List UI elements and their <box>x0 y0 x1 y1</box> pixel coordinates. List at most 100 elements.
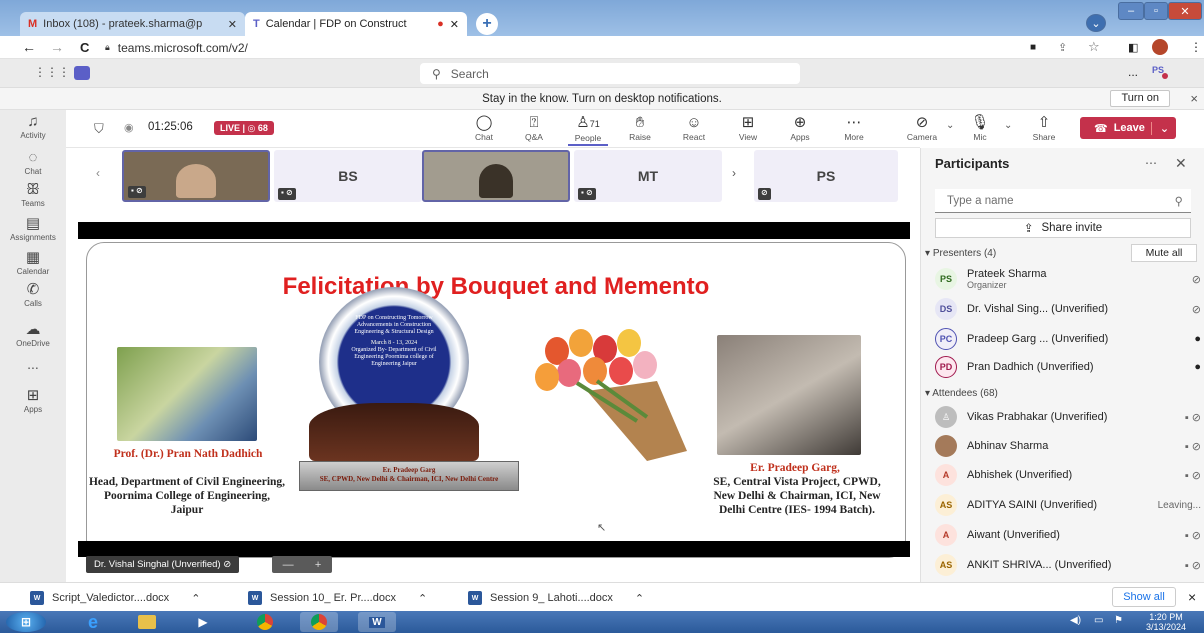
volume-icon[interactable]: ◀) <box>1070 615 1081 626</box>
url-field[interactable]: 🔒︎ teams.microsoft.com/v2/ <box>105 39 1005 56</box>
minimize-button[interactable]: – <box>1118 2 1144 20</box>
rail-item-activity[interactable]: ♫ Activity <box>0 114 66 141</box>
chevron-up-icon[interactable]: ⌃ <box>191 592 200 605</box>
chevron-up-icon[interactable]: ⌃ <box>418 592 427 605</box>
camera-button[interactable]: ⊘ Camera <box>902 114 942 142</box>
zoom-in-icon[interactable]: + <box>315 559 321 571</box>
next-arrow-icon[interactable]: › <box>732 166 736 180</box>
browser-tab-teams[interactable]: T Calendar | FDP on Construct ● ✕ <box>245 12 467 36</box>
participant-row[interactable]: A Abhishek (Unverified) ▪ ⊘ <box>935 462 1201 488</box>
panel-close-icon[interactable]: ✕ <box>1175 155 1187 172</box>
participant-row[interactable]: Abhinav Sharma ▪ ⊘ <box>935 433 1201 459</box>
participant-row[interactable]: AS ADITYA SAINI (Unverified) Leaving... <box>935 492 1201 518</box>
panel-more-icon[interactable]: ⋯ <box>1145 156 1157 170</box>
people-button[interactable]: ♙71 People <box>568 114 608 146</box>
profile-avatar-icon[interactable] <box>1152 39 1168 55</box>
participant-search-input[interactable]: Type a name ⚲ <box>935 189 1191 213</box>
taskbar-explorer[interactable] <box>128 612 166 632</box>
maximize-button[interactable]: ▫ <box>1144 2 1168 20</box>
search-box[interactable]: ⚲ Search <box>420 63 800 84</box>
raise-hand-button[interactable]: ✋︎ Raise <box>620 114 660 142</box>
leave-chevron-icon[interactable]: ⌄ <box>1150 121 1177 135</box>
leave-button[interactable]: ☎ Leave ⌄ <box>1080 117 1176 139</box>
turn-on-button[interactable]: Turn on <box>1110 90 1170 107</box>
download-item[interactable]: W Session 10_ Er. Pr....docx ⌃ <box>248 589 427 607</box>
rail-item-calendar[interactable]: ▦ Calendar <box>0 250 66 277</box>
sidepanel-icon[interactable]: ◧ <box>1128 41 1138 54</box>
share-page-icon[interactable]: ⇪ <box>1058 41 1067 54</box>
participant-row[interactable]: PD Pran Dadhich (Unverified) ● <box>935 354 1201 380</box>
show-all-button[interactable]: Show all <box>1112 587 1176 607</box>
share-button[interactable]: ⇧ Share <box>1024 114 1064 142</box>
chevron-up-icon[interactable]: ⌃ <box>635 592 644 605</box>
video-tile[interactable]: BS ▪ ⊘ <box>274 150 422 202</box>
taskbar-ie[interactable]: e <box>74 612 112 632</box>
browser-tab-gmail[interactable]: M Inbox (108) - prateek.sharma@p ✕ <box>20 12 245 36</box>
reload-icon[interactable]: C <box>80 40 89 55</box>
taskbar-chrome-active[interactable] <box>300 612 338 632</box>
video-tile[interactable] <box>422 150 570 202</box>
participant-row[interactable]: A Aiwant (Unverified) ▪ ⊘ <box>935 522 1201 548</box>
flag-icon[interactable]: ⚑ <box>1114 615 1123 626</box>
mic-button[interactable]: 🎙︎ Mic <box>960 114 1000 142</box>
network-icon[interactable]: ▭ <box>1094 615 1103 626</box>
camera-chevron-icon[interactable]: ⌄ <box>946 120 954 131</box>
participant-name: ANKIT SHRIVA... (Unverified) <box>967 559 1112 571</box>
more-button[interactable]: ⋯ More <box>834 114 874 142</box>
video-tile[interactable]: MT ▪ ⊘ <box>574 150 722 202</box>
download-item[interactable]: W Script_Valedictor....docx ⌃ <box>30 589 200 607</box>
prev-arrow-icon[interactable]: ‹ <box>96 166 100 180</box>
participant-row[interactable]: PS Prateek Sharma Organizer ⊘ <box>935 266 1201 292</box>
rail-item-more[interactable]: ... <box>0 356 66 372</box>
rail-item-apps[interactable]: ⊞ Apps <box>0 388 66 415</box>
share-invite-button[interactable]: ⇪ Share invite <box>935 218 1191 238</box>
participant-video <box>176 164 216 198</box>
taskbar-chrome[interactable] <box>246 612 284 632</box>
mic-chevron-icon[interactable]: ⌄ <box>1004 120 1012 131</box>
close-tab-icon[interactable]: ✕ <box>450 18 459 31</box>
participant-row[interactable]: DS Dr. Vishal Sing... (Unverified) ⊘ <box>935 296 1201 322</box>
close-tab-icon[interactable]: ✕ <box>228 18 237 31</box>
react-button[interactable]: ☺ React <box>674 114 714 142</box>
close-banner-icon[interactable]: × <box>1190 88 1198 110</box>
participant-row[interactable]: PC Pradeep Garg ... (Unverified) ● <box>935 326 1201 352</box>
qa-button[interactable]: ⍰ Q&A <box>514 114 554 142</box>
presenters-header[interactable]: ▾ Presenters (4) <box>925 248 996 259</box>
zoom-controls[interactable]: — + <box>272 556 332 573</box>
participant-row[interactable]: ♙ Vikas Prabhakar (Unverified) ▪ ⊘ <box>935 404 1201 430</box>
bookmark-star-icon[interactable]: ☆ <box>1088 39 1100 55</box>
taskbar-word[interactable]: W <box>358 612 396 632</box>
participant-row[interactable]: AS ANKIT SHRIVA... (Unverified) ▪ ⊘ <box>935 552 1201 578</box>
profile-dropdown-icon[interactable]: ⌄ <box>1086 14 1106 32</box>
video-tile-self[interactable]: PS ⊘ <box>754 150 898 202</box>
browser-menu-icon[interactable]: ⋮ <box>1190 40 1202 54</box>
zoom-out-icon[interactable]: — <box>283 559 294 571</box>
apps-button[interactable]: ⊕ Apps <box>780 114 820 142</box>
new-tab-button[interactable]: + <box>476 13 498 35</box>
app-launcher-icon[interactable]: ⋮⋮⋮ <box>34 65 70 79</box>
chat-button[interactable]: ◯ Chat <box>464 114 504 142</box>
back-icon[interactable]: ← <box>22 39 36 55</box>
taskbar-media[interactable]: ▶ <box>184 612 222 632</box>
participants-panel: Participants ⋯ ✕ Type a name ⚲ ⇪ Share i… <box>920 148 1204 582</box>
rail-item-onedrive[interactable]: ☁ OneDrive <box>0 322 66 349</box>
shared-slide: Felicitation by Bouquet and Memento Prof… <box>86 242 906 558</box>
camera-indicator-icon[interactable]: ■ <box>1030 42 1036 53</box>
rail-item-calls[interactable]: ✆ Calls <box>0 282 66 309</box>
video-tile[interactable]: ▪ ⊘ <box>122 150 270 202</box>
attendees-header[interactable]: ▾ Attendees (68) <box>925 388 998 399</box>
close-window-button[interactable]: ✕ <box>1168 2 1202 20</box>
mute-all-button[interactable]: Mute all <box>1131 244 1197 262</box>
more-options-icon[interactable]: ... <box>1128 65 1138 79</box>
mic-off-icon: ⊘ <box>1191 273 1201 286</box>
rail-item-chat[interactable]: ◌ Chat <box>0 150 66 177</box>
start-button[interactable]: ⊞ <box>6 612 46 632</box>
view-button[interactable]: ⊞ View <box>728 114 768 142</box>
close-downloads-icon[interactable]: × <box>1188 589 1196 605</box>
forward-icon[interactable]: → <box>50 39 64 55</box>
mic-off-icon: ⊘ <box>223 559 232 570</box>
rail-item-assignments[interactable]: ▤ Assignments <box>0 216 66 243</box>
rail-item-teams[interactable]: ꕥ Teams <box>0 182 66 209</box>
download-item[interactable]: W Session 9_ Lahoti....docx ⌃ <box>468 589 644 607</box>
system-clock[interactable]: 1:20 PM 3/13/2024 <box>1136 612 1196 632</box>
